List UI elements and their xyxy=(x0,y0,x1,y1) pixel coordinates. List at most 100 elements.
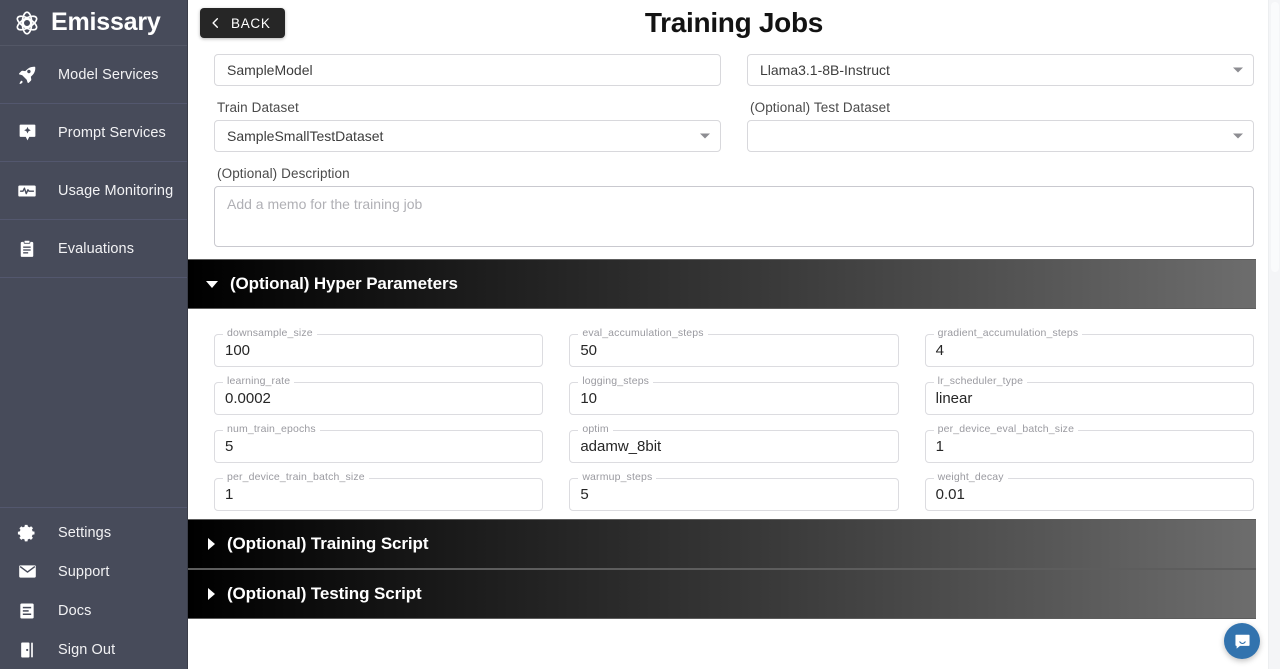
chat-bubble-icon xyxy=(1234,634,1250,649)
job-details-form: SampleModel Llama3.1-8B-Instruct Train D… xyxy=(188,46,1280,259)
sidebar-item-support[interactable]: Support xyxy=(0,552,188,591)
test-dataset-group: (Optional) Test Dataset xyxy=(747,86,1254,152)
hyperparam-field[interactable]: gradient_accumulation_steps 4 xyxy=(924,327,1254,367)
hyper-parameters-grid: downsample_size 100 eval_accumulation_st… xyxy=(214,327,1254,511)
train-dataset-label: Train Dataset xyxy=(217,100,299,115)
hyperparam-label: num_train_epochs xyxy=(223,423,320,435)
sidebar-item-settings[interactable]: Settings xyxy=(0,513,188,552)
page-title: Training Jobs xyxy=(644,7,824,38)
hyperparam-value: 0.01 xyxy=(935,486,965,503)
hyperparam-value: 4 xyxy=(935,342,944,359)
testing-script-section-title: (Optional) Testing Script xyxy=(227,584,422,603)
hyperparam-field[interactable]: num_train_epochs 5 xyxy=(214,423,544,463)
hyper-parameters-section-header[interactable]: (Optional) Hyper Parameters xyxy=(188,259,1256,309)
hyperparam-value: 0.0002 xyxy=(225,390,271,407)
form-scroll-area[interactable]: SampleModel Llama3.1-8B-Instruct Train D… xyxy=(188,46,1280,669)
prompt-sparkle-icon xyxy=(14,122,40,143)
sidebar-item-label: Settings xyxy=(58,524,112,541)
sidebar-item-evaluations[interactable]: Evaluations xyxy=(0,220,188,278)
base-model-value: Llama3.1-8B-Instruct xyxy=(760,62,890,78)
hyperparam-value: 5 xyxy=(580,486,589,503)
hyperparam-field[interactable]: eval_accumulation_steps 50 xyxy=(569,327,899,367)
rocket-icon xyxy=(14,64,40,85)
hyperparam-label: lr_scheduler_type xyxy=(933,375,1028,387)
atom-logo-icon xyxy=(16,10,38,35)
hyperparam-input[interactable]: adamw_8bit xyxy=(569,430,899,463)
hyperparam-label: eval_accumulation_steps xyxy=(578,327,708,339)
hyperparam-field[interactable]: lr_scheduler_type linear xyxy=(924,375,1254,415)
description-group: (Optional) Description Add a memo for th… xyxy=(214,166,1254,247)
sidebar-item-prompt-services[interactable]: Prompt Services xyxy=(0,104,188,162)
brand[interactable]: Emissary xyxy=(0,0,188,46)
app-root: Emissary Model Services Prompt Services … xyxy=(0,0,1280,669)
chevron-down-icon xyxy=(1233,133,1243,139)
sidebar-nav-primary: Model Services Prompt Services Usage Mon… xyxy=(0,46,188,278)
hyperparam-field[interactable]: warmup_steps 5 xyxy=(569,471,899,511)
base-model-group: Llama3.1-8B-Instruct xyxy=(747,54,1254,86)
model-name-value: SampleModel xyxy=(227,62,313,78)
hyperparam-label: per_device_eval_batch_size xyxy=(933,423,1079,435)
description-label: (Optional) Description xyxy=(217,166,350,181)
train-dataset-group: Train Dataset SampleSmallTestDataset xyxy=(214,86,721,152)
hyperparam-field[interactable]: optim adamw_8bit xyxy=(569,423,899,463)
test-dataset-select[interactable] xyxy=(747,120,1254,152)
hyperparam-value: 5 xyxy=(225,438,234,455)
triangle-right-icon xyxy=(208,538,215,550)
sign-out-icon xyxy=(14,640,40,660)
hyperparam-field[interactable]: per_device_train_batch_size 1 xyxy=(214,471,544,511)
chat-launcher-button[interactable] xyxy=(1224,623,1260,659)
hyperparam-label: weight_decay xyxy=(933,471,1008,483)
sidebar-nav-secondary: Settings Support Docs Sign Out xyxy=(0,508,188,669)
sidebar-item-model-services[interactable]: Model Services xyxy=(0,46,188,104)
sidebar-item-label: Sign Out xyxy=(58,641,116,658)
sidebar: Emissary Model Services Prompt Services … xyxy=(0,0,188,669)
sidebar-item-label: Usage Monitoring xyxy=(58,182,174,199)
testing-script-section-header[interactable]: (Optional) Testing Script xyxy=(188,569,1256,619)
sidebar-item-label: Model Services xyxy=(58,66,159,83)
training-script-section-title: (Optional) Training Script xyxy=(227,534,429,553)
document-icon xyxy=(14,601,40,621)
training-script-section-header[interactable]: (Optional) Training Script xyxy=(188,519,1256,569)
sidebar-item-label: Prompt Services xyxy=(58,124,166,141)
train-dataset-select[interactable]: SampleSmallTestDataset xyxy=(214,120,721,152)
hyperparam-label: gradient_accumulation_steps xyxy=(933,327,1083,339)
hyperparam-value: linear xyxy=(935,390,973,407)
back-button[interactable]: BACK xyxy=(200,8,285,38)
hyperparam-field[interactable]: downsample_size 100 xyxy=(214,327,544,367)
scrollbar-thumb[interactable] xyxy=(1271,2,1279,272)
hyperparam-label: logging_steps xyxy=(578,375,654,387)
hyperparam-value: 1 xyxy=(935,438,944,455)
sidebar-item-sign-out[interactable]: Sign Out xyxy=(0,630,188,669)
form-row-names: SampleModel Llama3.1-8B-Instruct xyxy=(214,54,1254,86)
sidebar-item-usage-monitoring[interactable]: Usage Monitoring xyxy=(0,162,188,220)
model-name-group: SampleModel xyxy=(214,54,721,86)
sidebar-item-label: Support xyxy=(58,563,110,580)
hyperparam-field[interactable]: per_device_eval_batch_size 1 xyxy=(924,423,1254,463)
hyperparam-value: adamw_8bit xyxy=(580,438,662,455)
hyperparam-value: 50 xyxy=(580,342,598,359)
clipboard-icon xyxy=(14,239,40,259)
chevron-down-icon xyxy=(700,133,710,139)
activity-monitor-icon xyxy=(14,180,40,202)
model-name-input[interactable]: SampleModel xyxy=(214,54,721,86)
hyperparam-field[interactable]: logging_steps 10 xyxy=(569,375,899,415)
test-dataset-label: (Optional) Test Dataset xyxy=(750,100,891,115)
triangle-down-icon xyxy=(206,280,218,288)
hyperparam-label: learning_rate xyxy=(223,375,295,387)
back-button-label: BACK xyxy=(231,15,271,31)
page-scrollbar[interactable] xyxy=(1268,0,1280,669)
hyperparam-field[interactable]: learning_rate 0.0002 xyxy=(214,375,544,415)
chevron-left-icon xyxy=(212,18,219,28)
hyperparam-value: 100 xyxy=(225,342,251,359)
form-row-datasets: Train Dataset SampleSmallTestDataset (Op… xyxy=(214,86,1254,152)
sidebar-spacer xyxy=(0,278,188,508)
hyperparam-value: 10 xyxy=(580,390,598,407)
hyperparam-label: warmup_steps xyxy=(578,471,657,483)
description-textarea[interactable]: Add a memo for the training job xyxy=(214,186,1254,247)
base-model-select[interactable]: Llama3.1-8B-Instruct xyxy=(747,54,1254,86)
triangle-right-icon xyxy=(208,588,215,600)
hyper-parameters-section-title: (Optional) Hyper Parameters xyxy=(230,274,458,293)
hyper-parameters-panel: downsample_size 100 eval_accumulation_st… xyxy=(188,309,1280,519)
sidebar-item-docs[interactable]: Docs xyxy=(0,591,188,630)
hyperparam-field[interactable]: weight_decay 0.01 xyxy=(924,471,1254,511)
